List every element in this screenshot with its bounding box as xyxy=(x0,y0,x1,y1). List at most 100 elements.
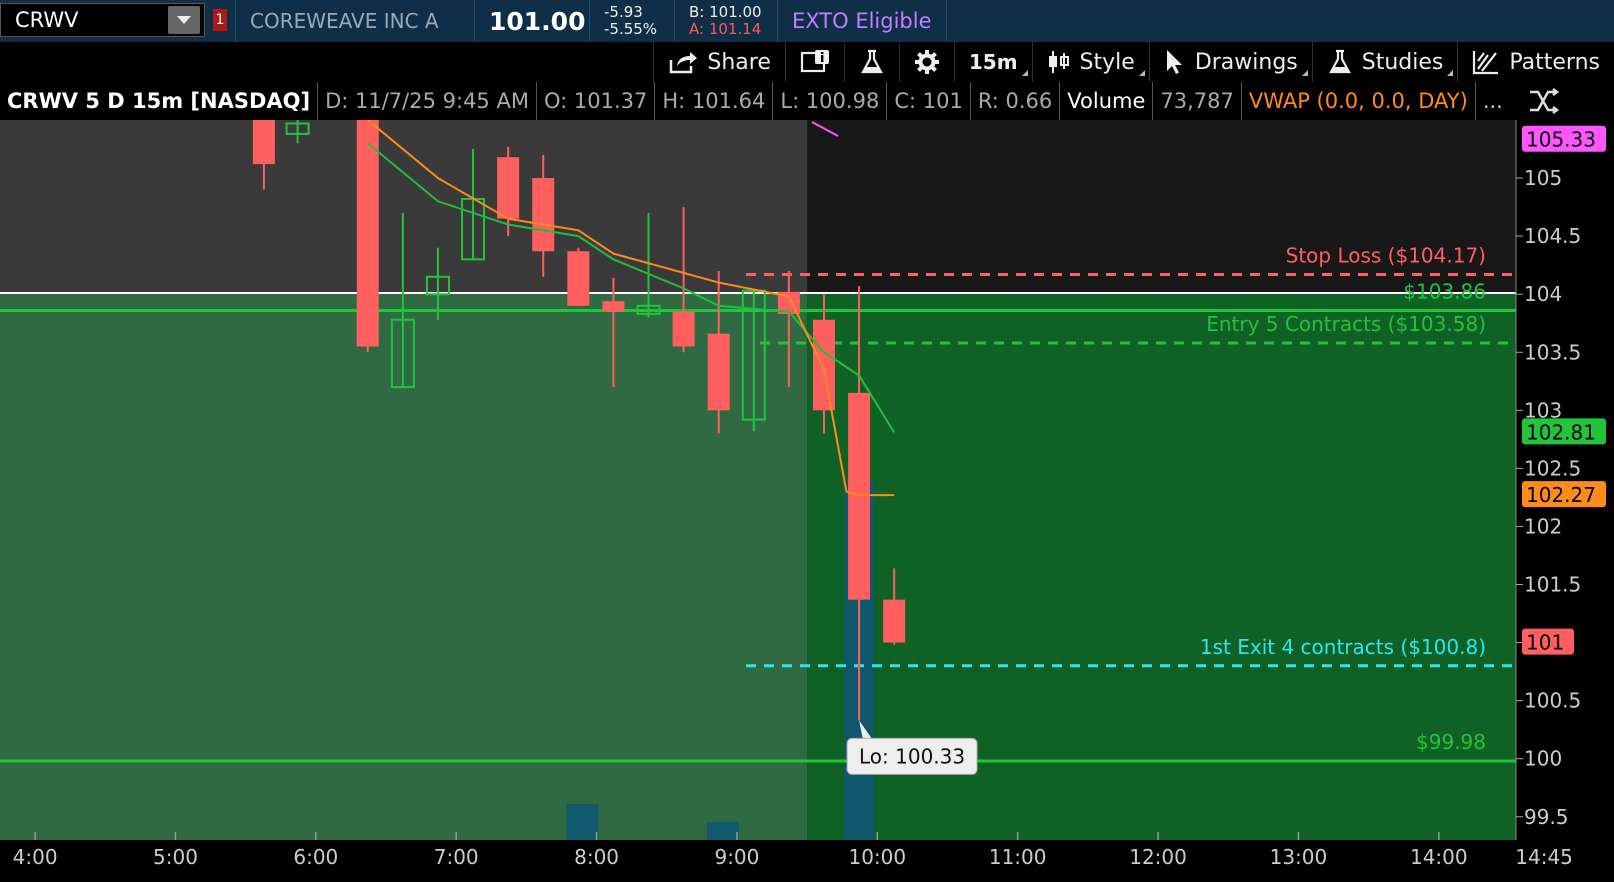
studies-menu[interactable]: Studies xyxy=(1311,42,1458,82)
candle-body xyxy=(672,311,695,347)
share-icon xyxy=(670,52,698,74)
candle-body xyxy=(883,599,906,643)
volume-value: 73,787 xyxy=(1153,82,1242,120)
y-tick-label: 99.5 xyxy=(1524,805,1569,829)
more-studies-button[interactable]: ... xyxy=(1476,82,1510,120)
level-label: Stop Loss ($104.17) xyxy=(1286,243,1486,267)
candle-body xyxy=(252,120,275,165)
candle-body xyxy=(497,157,520,219)
y-tick-label: 100 xyxy=(1524,747,1562,771)
candle-body xyxy=(567,251,590,306)
y-tick-label: 104 xyxy=(1524,282,1562,306)
timeframe-selector[interactable]: 15m xyxy=(953,42,1032,82)
symbol-dropdown-button[interactable] xyxy=(168,6,200,34)
x-tick-label: 14:00 xyxy=(1410,845,1468,869)
bar-open: O: 101.37 xyxy=(537,82,656,120)
chevron-down-icon xyxy=(177,16,191,24)
x-tick-label: 9:00 xyxy=(714,845,759,869)
flask-icon xyxy=(1328,49,1351,74)
net-change: -5.93 xyxy=(604,3,643,21)
alert-badge[interactable]: 1 xyxy=(213,9,227,31)
patterns-label: Patterns xyxy=(1509,49,1600,75)
y-tick-label: 101.5 xyxy=(1524,573,1581,597)
crosshair-toggle-icon[interactable] xyxy=(1526,84,1560,118)
x-tick-label: 7:00 xyxy=(434,845,479,869)
bar-high: H: 101.64 xyxy=(655,82,774,120)
chart-title: CRWV 5 D 15m [NASDAQ] xyxy=(0,82,319,120)
studies-label: Studies xyxy=(1361,49,1444,75)
candle-body xyxy=(707,333,730,411)
chart-toolbar: Share 15m Style Drawings Studies Pattern… xyxy=(0,42,1614,82)
price-badge-label: 102.81 xyxy=(1526,420,1596,444)
percent-change: -5.55% xyxy=(604,20,658,38)
header-spacer xyxy=(945,0,1614,42)
corner-menu-icon xyxy=(1447,70,1454,76)
x-tick-label: 8:00 xyxy=(574,845,619,869)
corner-menu-icon xyxy=(1301,70,1308,76)
share-label: Share xyxy=(707,49,771,75)
gear-icon xyxy=(914,50,939,74)
price-badge-label: 102.27 xyxy=(1526,483,1596,507)
cursor-arrow-icon xyxy=(1166,50,1182,74)
y-tick-label: 102.5 xyxy=(1524,456,1581,480)
candle-body xyxy=(602,301,625,312)
volume-bar xyxy=(566,804,599,840)
volume-label: Volume xyxy=(1060,82,1154,120)
level-label: 1st Exit 4 contracts ($100.8) xyxy=(1200,635,1486,659)
vwap-study-label[interactable]: VWAP (0.0, 0.0, DAY) xyxy=(1242,82,1476,120)
settings-button[interactable] xyxy=(898,42,954,82)
corner-menu-icon xyxy=(1138,70,1145,76)
quote-header: CRWV 1 COREWEAVE INC A 101.00 -5.93 -5.5… xyxy=(0,0,1614,42)
lab-button[interactable] xyxy=(843,42,899,82)
x-tick-label: 4:00 xyxy=(13,845,58,869)
timeframe-label: 15m xyxy=(968,50,1018,74)
info-panel-icon xyxy=(800,50,829,73)
low-marker-label: Lo: 100.33 xyxy=(859,744,965,768)
price-chart[interactable]: Stop Loss ($104.17) $103.86 Entry 5 Contra… xyxy=(0,82,1614,882)
volume-bar xyxy=(706,822,739,840)
symbol-selector[interactable]: CRWV xyxy=(0,3,205,37)
candle-body xyxy=(812,319,835,411)
last-price: 101.00 xyxy=(474,0,589,42)
y-tick-label: 104.5 xyxy=(1524,224,1581,248)
y-tick-label: 100.5 xyxy=(1524,689,1581,713)
exto-eligible-badge: EXTO Eligible xyxy=(777,0,946,42)
x-tick-label: 12:00 xyxy=(1129,845,1187,869)
y-tick-label: 102 xyxy=(1524,514,1562,538)
candle-body xyxy=(532,178,555,252)
price-change: -5.93 -5.55% xyxy=(589,0,674,42)
x-tick-label: 10:00 xyxy=(848,845,906,869)
candle-body xyxy=(356,120,379,347)
level-label: $99.98 xyxy=(1416,730,1486,754)
company-name: COREWEAVE INC A xyxy=(235,0,474,42)
patterns-icon xyxy=(1473,51,1499,75)
x-tick-label: 6:00 xyxy=(293,845,338,869)
bid-price: B: 101.00 xyxy=(689,3,762,21)
info-button[interactable] xyxy=(784,42,844,82)
price-badge-label: 101 xyxy=(1526,631,1564,655)
candle-body xyxy=(848,392,871,600)
patterns-menu[interactable]: Patterns xyxy=(1457,42,1614,82)
corner-menu-icon xyxy=(1021,70,1028,76)
candle-style-icon xyxy=(1048,51,1069,73)
price-badge-label: 105.33 xyxy=(1526,128,1596,152)
bar-range: R: 0.66 xyxy=(971,82,1061,120)
bid-ask: B: 101.00 A: 101.14 xyxy=(674,0,777,42)
bar-low: L: 100.98 xyxy=(773,82,888,120)
symbol-input[interactable]: CRWV xyxy=(1,8,168,32)
x-tick-label: 11:00 xyxy=(989,845,1047,869)
share-button[interactable]: Share xyxy=(653,42,785,82)
level-label: Entry 5 Contracts ($103.58) xyxy=(1206,312,1486,336)
ask-price: A: 101.14 xyxy=(689,20,762,38)
drawings-menu[interactable]: Drawings xyxy=(1148,42,1312,82)
x-tick-label: 13:00 xyxy=(1270,845,1328,869)
x-tick-label: 5:00 xyxy=(153,845,198,869)
style-label: Style xyxy=(1079,49,1135,75)
bar-close: C: 101 xyxy=(887,82,971,120)
style-menu[interactable]: Style xyxy=(1031,42,1149,82)
x-tick-label: 14:45 xyxy=(1515,845,1573,869)
level-label: $103.86 xyxy=(1403,279,1486,303)
bar-date: D: 11/7/25 9:45 AM xyxy=(318,82,537,120)
chart-status-bar: CRWV 5 D 15m [NASDAQ] D: 11/7/25 9:45 AM… xyxy=(0,82,1520,120)
drawings-label: Drawings xyxy=(1194,49,1298,75)
